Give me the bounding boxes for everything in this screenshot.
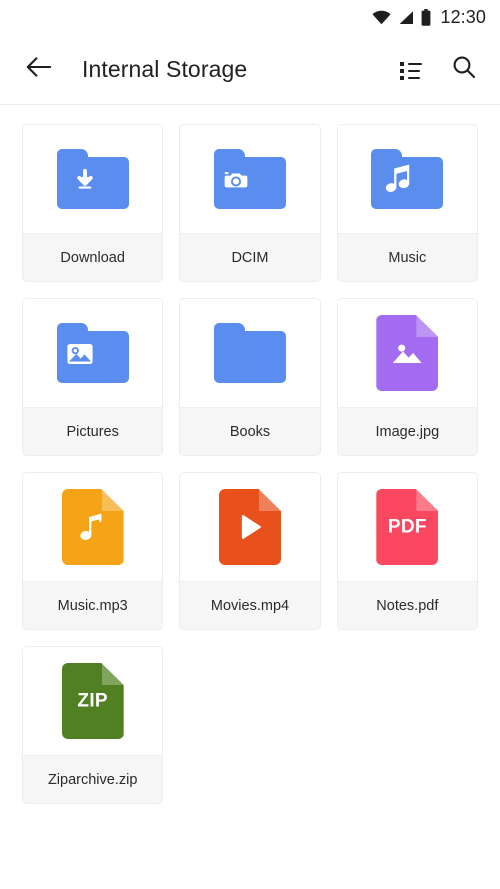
folder-icon — [56, 149, 129, 209]
battery-icon — [421, 8, 431, 26]
tile-label: DCIM — [180, 233, 320, 281]
picture-icon — [66, 340, 94, 373]
music-note-icon — [62, 511, 124, 544]
folder-icon — [213, 323, 286, 383]
folder-tile[interactable]: Pictures — [22, 298, 164, 456]
search-button[interactable] — [450, 56, 478, 84]
file-icon: ZIP — [61, 663, 124, 739]
file-icon — [218, 489, 281, 565]
wifi-icon — [372, 10, 392, 25]
app-bar-actions — [397, 56, 478, 84]
file-extension-label: PDF — [376, 518, 438, 537]
tile-icon-area — [180, 299, 320, 407]
back-button[interactable] — [22, 53, 56, 87]
file-tile[interactable]: Image.jpg — [336, 298, 478, 456]
file-tile[interactable]: PDF Notes.pdf — [336, 472, 478, 630]
tile-label: Pictures — [23, 407, 163, 455]
tile-icon-area — [23, 299, 163, 407]
tile-label: Music.mp3 — [23, 581, 163, 629]
tile-label: Books — [180, 407, 320, 455]
tile-icon-area: PDF — [337, 473, 477, 581]
tile-icon-area — [337, 125, 477, 233]
back-arrow-icon — [26, 56, 52, 83]
status-icons — [372, 8, 431, 26]
cellular-signal-icon — [398, 10, 414, 25]
app-bar: Internal Storage — [0, 34, 500, 105]
search-icon — [451, 54, 477, 85]
tile-icon-area — [180, 125, 320, 233]
list-view-icon — [400, 61, 422, 80]
file-icon — [61, 489, 124, 565]
file-icon: PDF — [376, 489, 439, 565]
tile-label: Ziparchive.zip — [23, 755, 163, 803]
file-tile[interactable]: ZIP Ziparchive.zip — [22, 646, 164, 804]
tile-label: Download — [23, 233, 163, 281]
folder-icon — [56, 323, 129, 383]
folder-tile[interactable]: Books — [179, 298, 321, 456]
tile-icon-area — [23, 125, 163, 233]
file-extension-text: PDF — [387, 516, 427, 538]
file-extension-text: ZIP — [77, 690, 108, 712]
file-extension-label: ZIP — [62, 692, 124, 711]
tile-icon-area — [337, 299, 477, 407]
file-tile[interactable]: Music.mp3 — [22, 472, 164, 630]
file-icon — [376, 315, 439, 391]
camera-icon — [223, 167, 249, 198]
folder-tile[interactable]: Music — [336, 124, 478, 282]
status-clock: 12:30 — [440, 6, 486, 27]
music-note-icon — [381, 161, 415, 200]
folder-icon — [371, 149, 444, 209]
tile-label: Image.jpg — [337, 407, 477, 455]
folder-tile[interactable]: DCIM — [179, 124, 321, 282]
file-grid: Download DCIM Music Pictures Books Image.… — [22, 124, 478, 804]
status-bar: 12:30 — [0, 0, 500, 34]
page-title: Internal Storage — [82, 56, 248, 82]
folder-icon — [213, 149, 286, 209]
tile-icon-area — [23, 473, 163, 581]
download-arrow-icon — [71, 166, 99, 199]
view-toggle-button[interactable] — [397, 56, 425, 84]
play-triangle-icon — [219, 512, 281, 542]
tile-label: Movies.mp4 — [180, 581, 320, 629]
tile-icon-area: ZIP — [23, 647, 163, 755]
picture-icon — [376, 336, 438, 370]
folder-tile[interactable]: Download — [22, 124, 164, 282]
tile-label: Music — [337, 233, 477, 281]
tile-label: Notes.pdf — [337, 581, 477, 629]
file-browser-body: Download DCIM Music Pictures Books Image.… — [0, 105, 500, 804]
tile-icon-area — [180, 473, 320, 581]
file-tile[interactable]: Movies.mp4 — [179, 472, 321, 630]
